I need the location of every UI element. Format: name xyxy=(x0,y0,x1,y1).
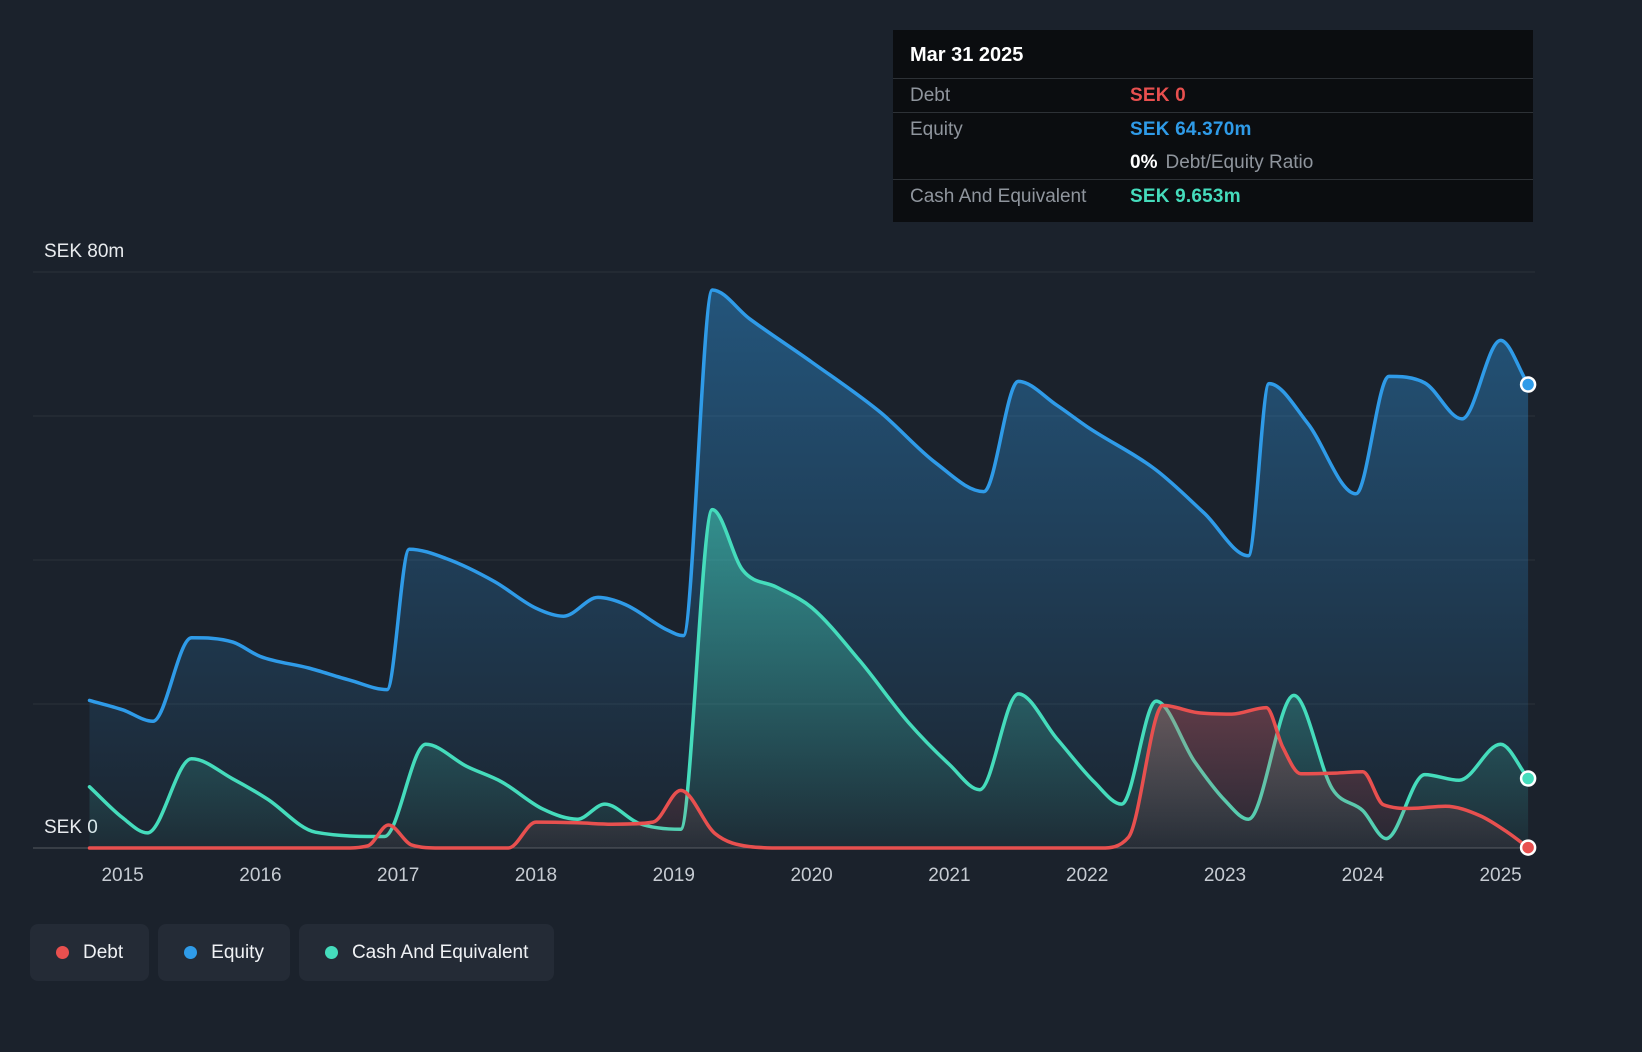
tooltip-ratio-value: 0% xyxy=(1130,151,1158,173)
debt-legend-dot-icon xyxy=(56,946,69,959)
chart-legend: Debt Equity Cash And Equivalent xyxy=(30,924,555,981)
x-axis-label-2023: 2023 xyxy=(1204,865,1246,886)
legend-item-cash[interactable]: Cash And Equivalent xyxy=(298,924,555,981)
chart-tooltip: Mar 31 2025 Debt SEK 0 Equity SEK 64.370… xyxy=(893,30,1533,222)
debt-endpoint-marker xyxy=(1519,839,1537,856)
tooltip-debt-label: Debt xyxy=(910,84,951,106)
x-axis-label-2016: 2016 xyxy=(239,865,281,886)
x-axis-label-2015: 2015 xyxy=(101,865,143,886)
legend-label-debt: Debt xyxy=(83,941,124,963)
tooltip-row-debt-equity-ratio: 0% Debt/Equity Ratio xyxy=(893,146,1533,179)
x-axis-label-2018: 2018 xyxy=(515,865,557,886)
y-axis-label-80: SEK 80m xyxy=(44,241,124,262)
legend-label-equity: Equity xyxy=(211,941,264,963)
tooltip-row-debt: Debt SEK 0 xyxy=(893,78,1533,112)
tooltip-cash-value: SEK 9.653m xyxy=(1130,185,1241,207)
tooltip-equity-label: Equity xyxy=(910,118,963,140)
tooltip-date: Mar 31 2025 xyxy=(910,44,1024,66)
x-axis-label-2024: 2024 xyxy=(1342,865,1385,886)
legend-item-debt[interactable]: Debt xyxy=(30,924,150,981)
tooltip-debt-value: SEK 0 xyxy=(1130,84,1186,106)
x-axis-label-2021: 2021 xyxy=(928,865,970,886)
x-axis-label-2022: 2022 xyxy=(1066,865,1108,886)
tooltip-ratio-text: 0% Debt/Equity Ratio xyxy=(1130,152,1313,174)
legend-item-equity[interactable]: Equity xyxy=(158,924,290,981)
x-axis-label-2025: 2025 xyxy=(1479,865,1521,886)
cash-endpoint-marker xyxy=(1519,770,1537,787)
tooltip-row-cash: Cash And Equivalent SEK 9.653m xyxy=(893,179,1533,213)
x-axis-label-2017: 2017 xyxy=(377,865,419,886)
tooltip-cash-label: Cash And Equivalent xyxy=(910,185,1087,207)
legend-label-cash: Cash And Equivalent xyxy=(351,941,529,963)
tooltip-row-equity: Equity SEK 64.370m xyxy=(893,112,1533,146)
tooltip-ratio-label: Debt/Equity Ratio xyxy=(1165,151,1314,173)
x-axis-label-2020: 2020 xyxy=(790,865,832,886)
cash-legend-dot-icon xyxy=(324,946,338,959)
equity-legend-dot-icon xyxy=(184,946,198,959)
x-axis-label-2019: 2019 xyxy=(653,865,695,886)
tooltip-equity-value: SEK 64.370m xyxy=(1130,118,1252,140)
equity-endpoint-marker xyxy=(1519,376,1537,393)
balance-sheet-history-chart: SEK 80m SEK 0 2015 2016 2017 2018 2019 2020 2021… xyxy=(0,0,1642,1052)
